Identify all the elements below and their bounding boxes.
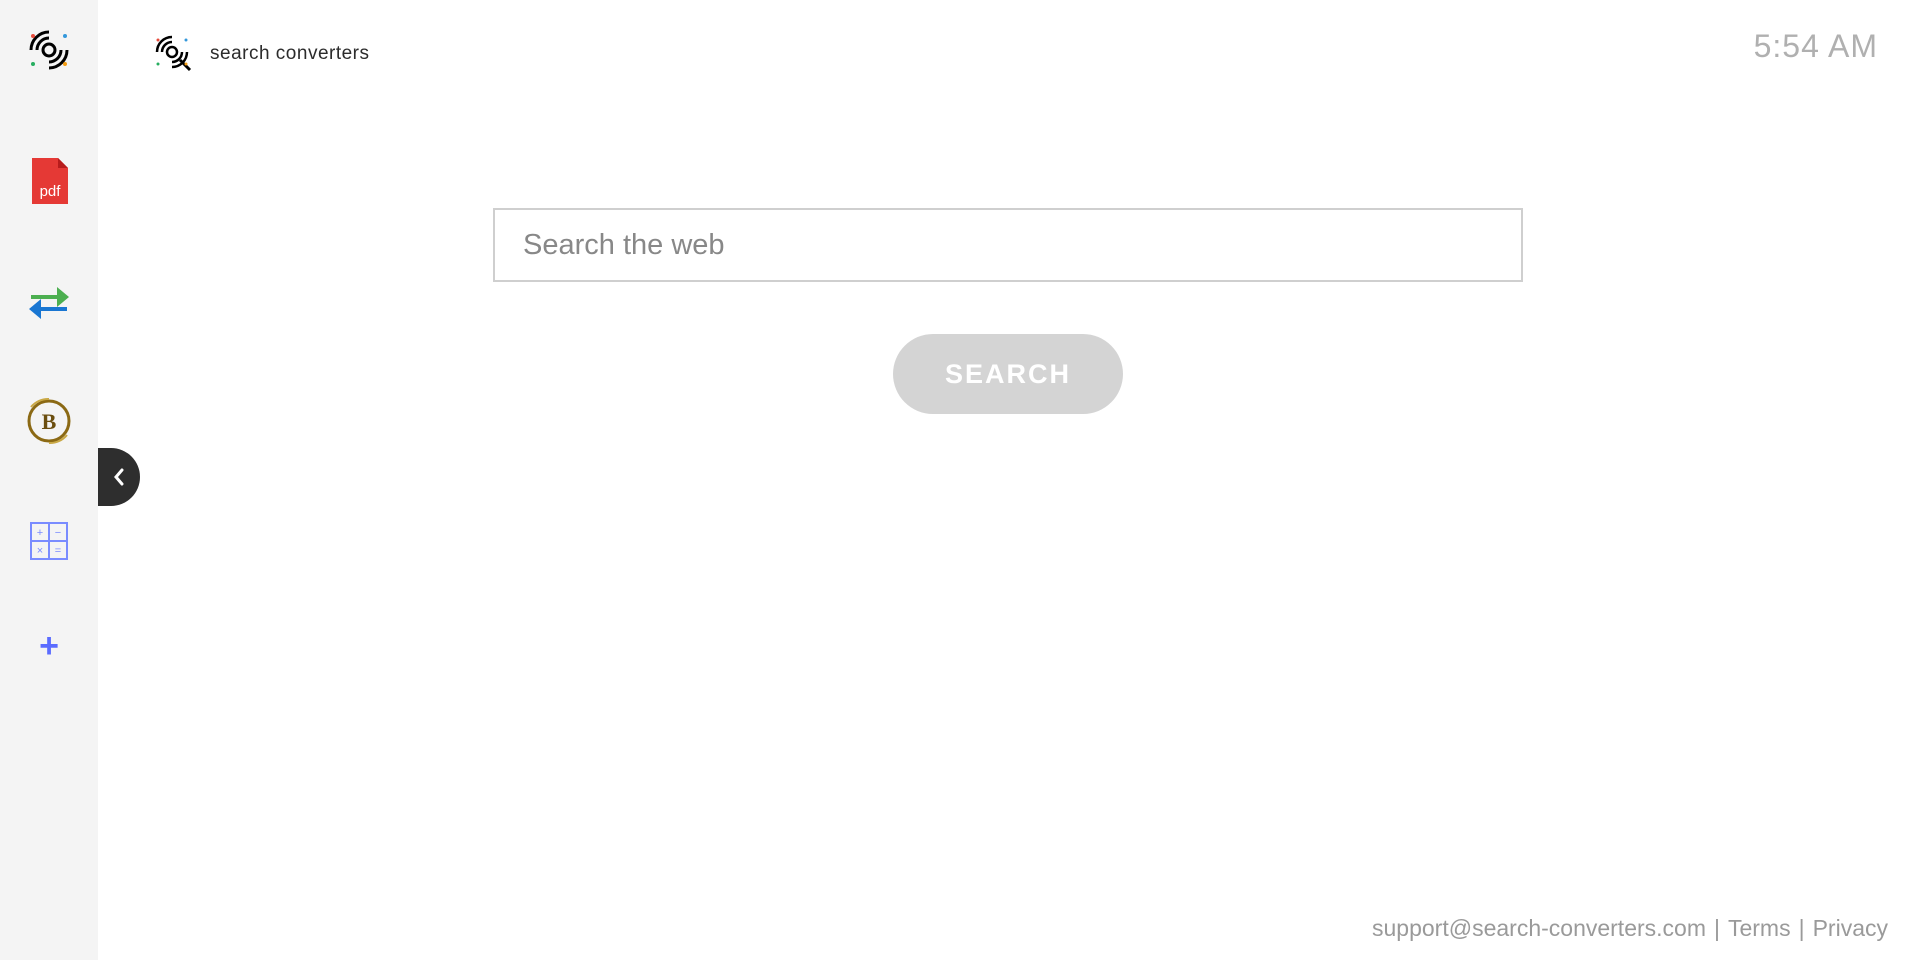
pdf-icon: pdf	[28, 156, 70, 206]
calculator-icon: + − × =	[30, 522, 68, 560]
sidebar-item-calculator[interactable]: + − × =	[30, 516, 68, 566]
main-content: search converters 5:54 AM SEARCH support…	[98, 0, 1918, 960]
footer-privacy-link[interactable]: Privacy	[1813, 915, 1888, 942]
bitcoin-icon: B	[25, 397, 73, 445]
footer-separator: |	[1799, 915, 1805, 942]
footer-terms-link[interactable]: Terms	[1728, 915, 1791, 942]
sidebar-logo-icon[interactable]	[23, 24, 75, 76]
search-container: SEARCH	[493, 208, 1523, 414]
svg-text:−: −	[55, 527, 61, 539]
svg-text:=: =	[55, 545, 61, 557]
footer-separator: |	[1714, 915, 1720, 942]
sidebar: pdf B + − × = +	[0, 0, 98, 960]
footer-email-link[interactable]: support@search-converters.com	[1372, 915, 1706, 942]
svg-text:×: ×	[37, 545, 43, 557]
plus-icon: +	[39, 627, 59, 666]
search-input[interactable]	[493, 208, 1523, 282]
sidebar-item-convert[interactable]	[27, 276, 71, 326]
footer: support@search-converters.com | Terms | …	[1372, 915, 1888, 942]
header: search converters	[150, 30, 370, 78]
sidebar-item-bitcoin[interactable]: B	[25, 396, 73, 446]
svg-text:B: B	[42, 409, 57, 434]
sidebar-item-pdf[interactable]: pdf	[28, 156, 70, 206]
sidebar-item-add[interactable]: +	[39, 621, 59, 671]
header-logo-icon[interactable]	[150, 30, 198, 78]
svg-text:+: +	[37, 527, 43, 539]
search-button[interactable]: SEARCH	[893, 334, 1123, 414]
svg-text:pdf: pdf	[40, 183, 62, 200]
convert-arrows-icon	[27, 281, 71, 321]
header-title: search converters	[210, 43, 370, 65]
clock: 5:54 AM	[1754, 28, 1878, 65]
